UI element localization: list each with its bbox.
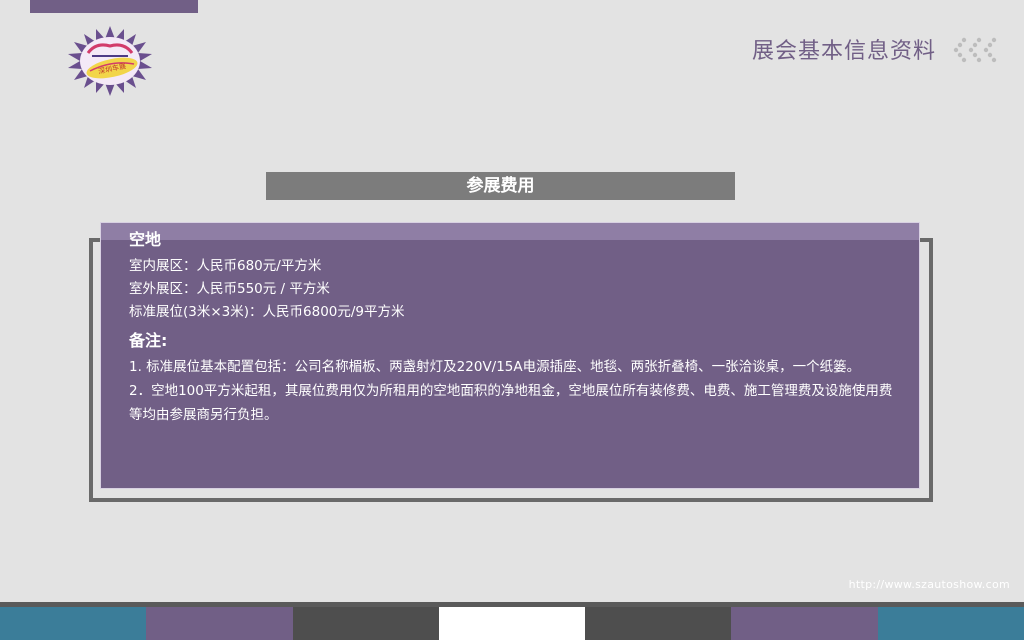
website-url: http://www.szautoshow.com	[848, 578, 1010, 591]
bottom-segment	[877, 607, 1024, 640]
chevron-left-icon	[952, 36, 1002, 64]
price-standard-booth: 标准展位(3米×3米)：人民币6800元/9平方米	[129, 304, 405, 320]
price-indoor: 室内展区：人民币680元/平方米	[129, 258, 322, 274]
fee-info-panel: 空地 室内展区：人民币680元/平方米 室外展区：人民币550元 / 平方米 标…	[100, 222, 920, 489]
bottom-segment	[438, 607, 586, 640]
panel-content: 空地 室内展区：人民币680元/平方米 室外展区：人民币550元 / 平方米 标…	[129, 229, 899, 427]
bottom-segment	[731, 607, 878, 640]
price-outdoor: 室外展区：人民币550元 / 平方米	[129, 281, 330, 297]
section-title: 参展费用	[266, 172, 735, 200]
page-title: 展会基本信息资料	[751, 39, 936, 64]
bottom-segment	[0, 607, 147, 640]
note-2: 2．空地100平方米起租，其展位费用仅为所租用的空地面积的净地租金，空地展位所有…	[129, 383, 893, 423]
bottom-color-bar	[0, 607, 1024, 640]
auto-show-logo: 深圳车展	[66, 26, 154, 96]
remark-heading: 备注:	[129, 331, 168, 350]
bottom-segment	[585, 607, 732, 640]
bottom-segment	[146, 607, 293, 640]
space-heading: 空地	[129, 230, 162, 249]
bottom-segment	[292, 607, 439, 640]
note-1: 1. 标准展位基本配置包括：公司名称楣板、两盏射灯及220V/15A电源插座、地…	[129, 359, 861, 375]
top-accent-bar	[30, 0, 198, 13]
